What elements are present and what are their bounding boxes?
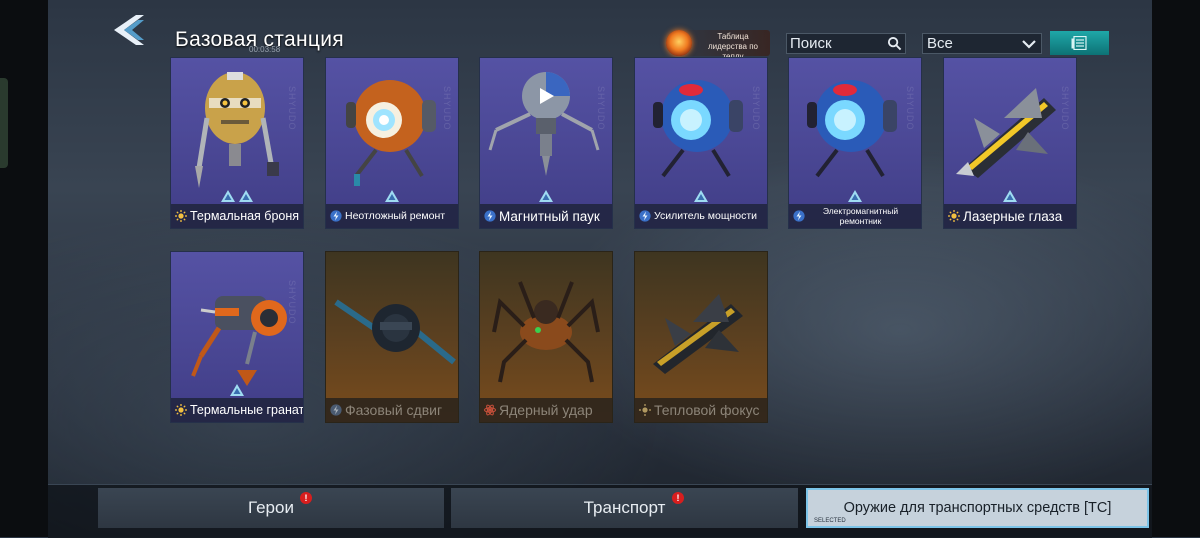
leaderboard-button[interactable]: Таблица лидерства по теплу — [664, 30, 770, 61]
weapon-card-power-amplifier[interactable]: SHYUDO Усилитель мощности — [634, 57, 768, 229]
card-name: Магнитный паук — [499, 208, 600, 224]
fire-icon — [666, 30, 692, 56]
rank-indicators — [635, 190, 767, 204]
card-label: Термальные гранаты — [171, 398, 303, 422]
bolt-icon — [330, 404, 342, 416]
robot-em-repairer-image — [807, 80, 897, 178]
robot-emergency-repair-image — [346, 80, 436, 186]
weapon-card-heat-focus[interactable]: Тепловой фокус — [634, 251, 768, 423]
weapon-card-emergency-repair[interactable]: SHYUDO Неотложный ремонт — [325, 57, 459, 229]
session-timer: 00:03:58 — [249, 45, 281, 54]
card-label: Неотложный ремонт — [326, 204, 458, 228]
rank-triangle-icon — [539, 190, 553, 202]
filter-dropdown[interactable]: Все — [922, 33, 1042, 54]
rank-indicators — [171, 190, 303, 204]
robot-power-amplifier-image — [653, 80, 743, 178]
missile-heat-focus-image — [653, 294, 743, 374]
search-field[interactable] — [786, 33, 906, 54]
search-icon — [887, 36, 902, 51]
weapon-card-phase-shift[interactable]: Фазовый сдвиг — [325, 251, 459, 423]
card-label: Фазовый сдвиг — [326, 398, 458, 422]
sun-icon — [948, 210, 960, 222]
rank-triangle-icon — [848, 190, 862, 202]
robot-magnetic-spider-image — [488, 72, 600, 176]
card-label: Тепловой фокус — [635, 398, 767, 422]
rank-indicators — [480, 190, 612, 204]
rank-indicators — [944, 190, 1076, 204]
rank-triangle-icon — [239, 190, 253, 202]
tab-label: Оружие для транспортных средств [ТС] — [843, 500, 1112, 516]
card-label: Усилитель мощности — [635, 204, 767, 228]
robot-thermal-grenades-image — [191, 296, 287, 386]
missile-laser-eyes-image — [956, 88, 1056, 178]
card-name: Термальные гранаты — [190, 403, 304, 417]
rank-indicators — [171, 384, 303, 398]
screen-left-edge — [0, 0, 48, 537]
weapon-card-thermal-grenades[interactable]: SHYUDO Термальные гранаты — [170, 251, 304, 423]
rank-triangle-icon — [1003, 190, 1017, 202]
card-label: Электромагнитный ремонтник — [789, 204, 921, 228]
sun-icon — [639, 404, 651, 416]
atom-icon — [484, 404, 496, 416]
rank-triangle-icon — [230, 384, 244, 396]
alert-badge: ! — [300, 492, 312, 504]
rank-indicators — [326, 190, 458, 204]
card-name: Ядерный удар — [499, 402, 593, 418]
card-name: Тепловой фокус — [654, 402, 760, 418]
search-input[interactable] — [790, 35, 882, 52]
card-name: Лазерные глаза — [963, 208, 1063, 224]
spider-nuclear-strike-image — [492, 281, 600, 383]
alert-badge: ! — [672, 492, 684, 504]
robot-thermal-armor-image — [195, 72, 279, 188]
card-label: Ядерный удар — [480, 398, 612, 422]
rank-triangle-icon — [694, 190, 708, 202]
card-name: Электромагнитный ремонтник — [822, 206, 899, 226]
notes-button[interactable] — [1050, 31, 1109, 55]
rank-indicators — [789, 190, 921, 204]
card-label: Лазерные глаза — [944, 204, 1076, 228]
tab-transport[interactable]: Транспорт ! — [451, 488, 798, 528]
weapon-card-nuclear-strike[interactable]: Ядерный удар — [479, 251, 613, 423]
tab-label: Транспорт — [583, 498, 666, 517]
card-name: Неотложный ремонт — [345, 210, 446, 222]
card-name: Фазовый сдвиг — [345, 402, 443, 418]
weapon-card-em-repairer[interactable]: SHYUDO Электромагнитный ремонтник — [788, 57, 922, 229]
tab-label: Герои — [248, 498, 294, 517]
bolt-icon — [639, 210, 651, 222]
bolt-icon — [330, 210, 342, 222]
card-label: Магнитный паук — [480, 204, 612, 228]
notes-icon — [1071, 36, 1087, 50]
back-button[interactable] — [110, 12, 150, 48]
tab-vehicle-weapons[interactable]: Оружие для транспортных средств [ТС] SEL… — [806, 488, 1149, 528]
card-label: Термальная броня — [171, 204, 303, 228]
status-indicator — [0, 78, 8, 168]
weapon-card-thermal-armor[interactable]: SHYUDO Термальная броня — [170, 57, 304, 229]
weapon-card-laser-eyes[interactable]: SHYUDO Лазерные глаза — [943, 57, 1077, 229]
rank-triangle-icon — [385, 190, 399, 202]
tab-heroes[interactable]: Герои ! — [98, 488, 444, 528]
drone-phase-shift-image — [334, 299, 456, 365]
back-arrow-icon — [114, 15, 144, 45]
bolt-icon — [484, 210, 496, 222]
rank-triangle-icon — [221, 190, 235, 202]
sun-icon — [175, 404, 187, 416]
sun-icon — [175, 210, 187, 222]
filter-value: Все — [927, 35, 953, 52]
screen-right-edge — [1152, 0, 1200, 537]
bolt-icon — [793, 210, 805, 222]
chevron-down-icon — [1022, 40, 1036, 49]
weapon-card-magnetic-spider[interactable]: SHYUDO Магнитный паук — [479, 57, 613, 229]
card-name: Термальная броня — [190, 209, 300, 223]
selected-tag: SELECTED — [814, 518, 846, 524]
card-name: Усилитель мощности — [654, 210, 758, 222]
